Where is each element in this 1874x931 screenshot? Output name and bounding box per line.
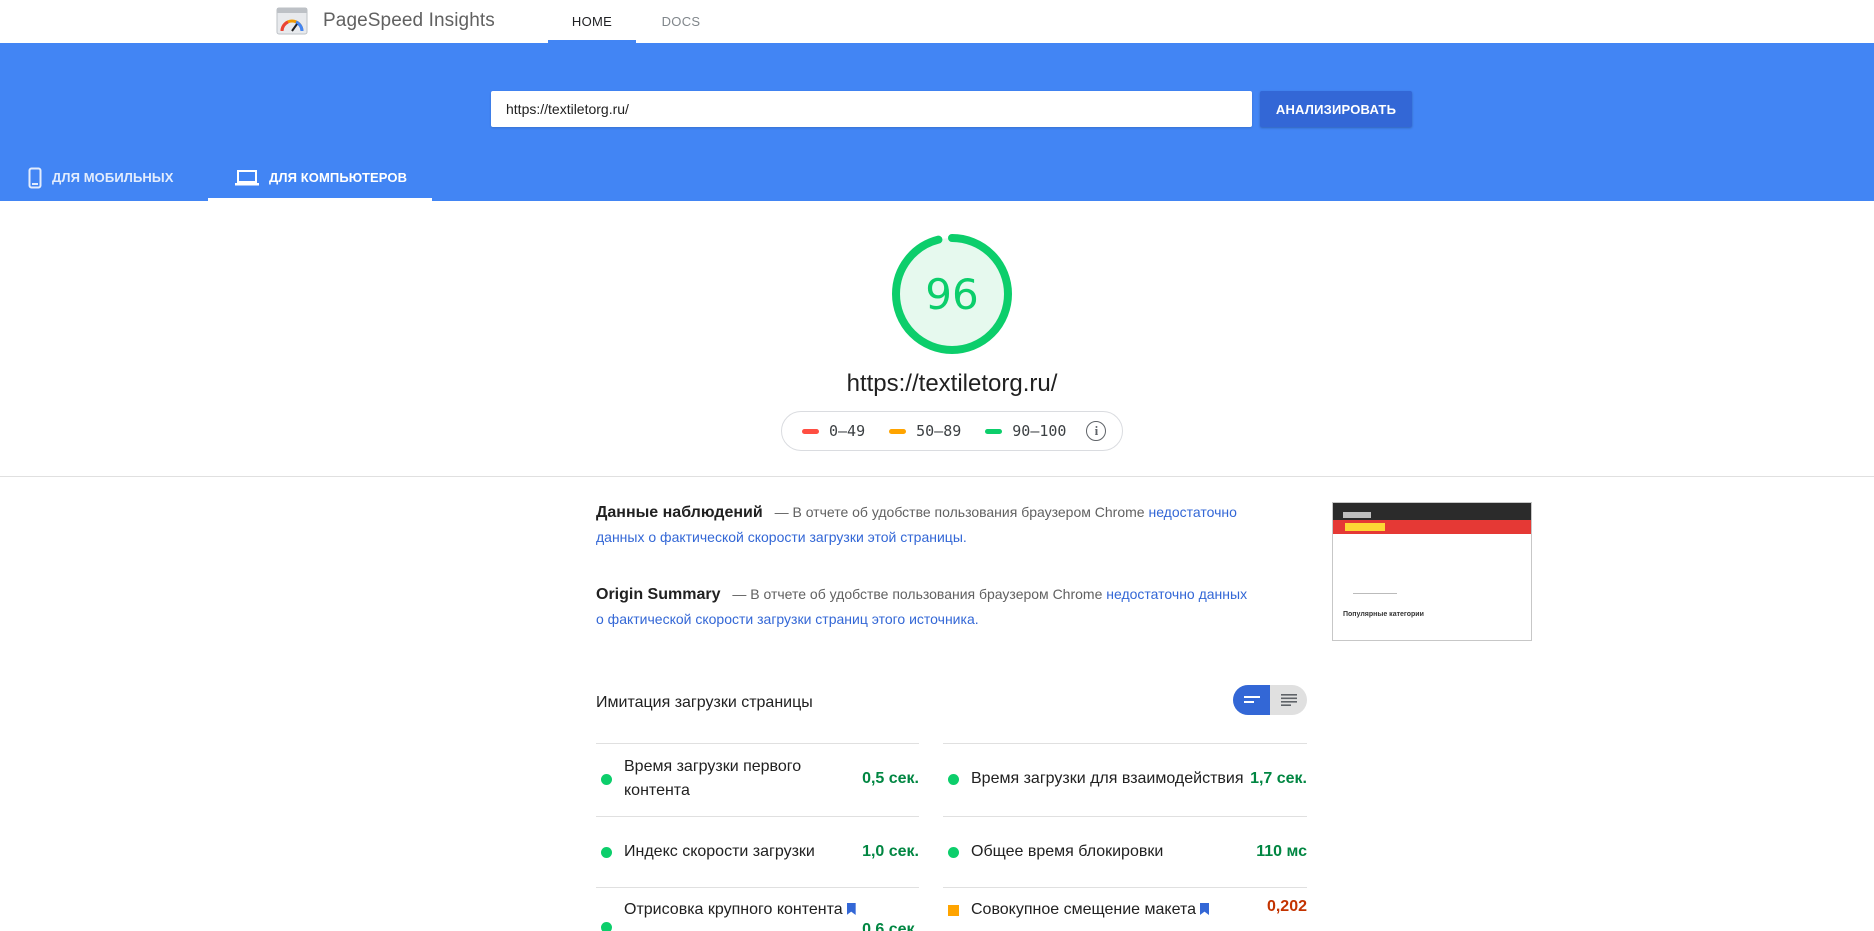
metric-value: 0,5 сек.	[862, 770, 919, 787]
info-icon[interactable]: i	[1086, 421, 1107, 441]
section-divider	[0, 476, 1874, 477]
origin-summary-title: Origin Summary	[596, 586, 721, 603]
field-data-section: Данные наблюдений — В отчете об удобстве…	[596, 500, 1256, 550]
tab-desktop-label: ДЛЯ КОМПЬЮТЕРОВ	[269, 170, 408, 185]
metric-label-text: Совокупное смещение макета	[971, 901, 1196, 918]
thumb-caption: Популярные категории	[1343, 611, 1424, 618]
url-input[interactable]	[491, 91, 1252, 127]
expanded-view-button[interactable]	[1270, 685, 1307, 715]
metric-label: Индекс скорости загрузки	[624, 843, 815, 860]
metric-fcp: Время загрузки первого контента 0,5 сек.	[596, 743, 919, 814]
compact-view-button[interactable]	[1233, 685, 1270, 715]
performance-score-gauge: 96	[890, 232, 1014, 356]
bookmark-icon	[846, 903, 856, 915]
pass-indicator-icon	[601, 846, 612, 858]
metric-label: Отрисовка крупного контента	[624, 898, 862, 922]
score-legend: 0–49 50–89 90–100 i	[781, 411, 1123, 451]
top-bar: PageSpeed Insights HOME DOCS	[0, 0, 1874, 43]
metric-label: Общее время блокировки	[971, 843, 1164, 860]
metrics-view-toggle	[1233, 685, 1307, 715]
pass-indicator-icon	[948, 846, 959, 858]
legend-pass-range: 90–100	[1012, 422, 1067, 440]
field-data-text: — В отчете об удобстве пользования брауз…	[774, 504, 1145, 520]
list-view-icon	[1280, 694, 1297, 706]
page-screenshot-thumbnail: Популярные категории	[1332, 502, 1532, 641]
average-indicator-icon	[948, 905, 959, 916]
bookmark-icon	[1199, 903, 1209, 915]
metric-label: Совокупное смещение макета	[971, 898, 1267, 922]
metric-label-text: Отрисовка крупного контента	[624, 901, 843, 918]
legend-fail-range: 0–49	[829, 422, 866, 440]
origin-summary-text: — В отчете об удобстве пользования брауз…	[732, 586, 1103, 602]
pass-indicator-icon	[601, 773, 612, 785]
nav-tab-docs[interactable]: DOCS	[648, 0, 714, 43]
thumb-text-line	[1353, 593, 1397, 594]
legend-average-range: 50–89	[916, 422, 962, 440]
legend-average-swatch	[889, 428, 907, 434]
analyze-button[interactable]: АНАЛИЗИРОВАТЬ	[1260, 91, 1412, 127]
tab-mobile[interactable]: ДЛЯ МОБИЛЬНЫХ	[28, 154, 174, 201]
field-data-title: Данные наблюдений	[596, 504, 763, 521]
laptop-icon	[235, 169, 259, 187]
metric-value: 0,6 сек.	[862, 921, 919, 931]
metric-label: Время загрузки первого контента	[624, 758, 802, 799]
metric-value: 110 мс	[1256, 843, 1307, 860]
brand[interactable]: PageSpeed Insights	[276, 6, 495, 36]
metric-speed-index: Индекс скорости загрузки 1,0 сек.	[596, 816, 919, 887]
metric-tbt: Общее время блокировки 110 мс	[943, 816, 1307, 887]
thumb-logo	[1343, 512, 1371, 518]
brand-title: PageSpeed Insights	[323, 10, 495, 31]
nav-tab-home[interactable]: HOME	[548, 0, 636, 43]
origin-summary-section: Origin Summary — В отчете об удобстве по…	[596, 582, 1256, 632]
thumb-nav	[1333, 520, 1531, 534]
legend-average: 50–89	[889, 422, 961, 440]
analyze-header: АНАЛИЗИРОВАТЬ ДЛЯ МОБИЛЬНЫХ ДЛЯ КОМПЬЮТЕ…	[0, 43, 1874, 201]
analyzed-url: https://textiletorg.ru/	[846, 370, 1058, 397]
smartphone-icon	[28, 167, 42, 189]
legend-fail: 0–49	[802, 422, 865, 440]
tab-mobile-label: ДЛЯ МОБИЛЬНЫХ	[52, 170, 174, 185]
legend-pass: 90–100	[985, 422, 1066, 440]
metric-value: 1,0 сек.	[862, 843, 919, 860]
pagespeed-logo-icon	[276, 7, 308, 35]
legend-pass-swatch	[985, 428, 1003, 434]
metric-value: 1,7 сек.	[1250, 770, 1307, 787]
metric-cls: Совокупное смещение макета 0,202	[943, 887, 1307, 931]
metric-label: Время загрузки для взаимодействия	[971, 770, 1244, 787]
metric-lcp: Отрисовка крупного контента 0,6 сек.	[596, 887, 919, 931]
compact-view-icon	[1243, 696, 1260, 703]
tab-desktop[interactable]: ДЛЯ КОМПЬЮТЕРОВ	[208, 154, 432, 201]
pass-indicator-icon	[601, 922, 612, 931]
legend-fail-swatch	[802, 428, 819, 434]
pass-indicator-icon	[948, 773, 959, 785]
lab-data-title: Имитация загрузки страницы	[596, 694, 813, 711]
metric-tti: Время загрузки для взаимодействия 1,7 се…	[943, 743, 1307, 814]
score-value: 96	[925, 269, 979, 319]
metric-value: 0,202	[1266, 898, 1307, 915]
